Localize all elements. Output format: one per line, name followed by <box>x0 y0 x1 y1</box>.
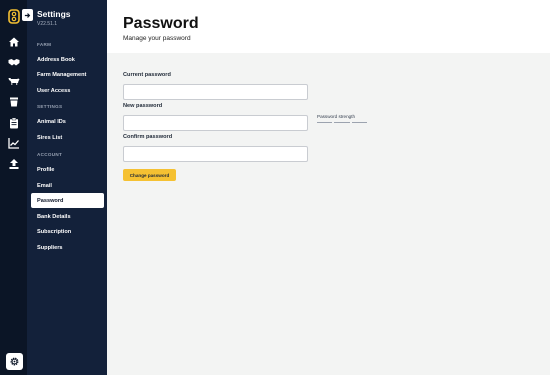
upload-icon[interactable] <box>7 157 21 171</box>
sidebar-item-bank-details[interactable]: Bank Details <box>31 209 104 224</box>
sidebar-item-subscription[interactable]: Subscription <box>31 224 104 239</box>
sidebar-item-animal-ids[interactable]: Animal IDs <box>31 114 104 129</box>
new-password-input[interactable] <box>123 115 308 131</box>
password-strength-label: Password strength <box>317 114 356 119</box>
confirm-password-input[interactable] <box>123 146 308 162</box>
section-label-farm: FARM <box>37 42 52 47</box>
bucket-icon[interactable] <box>7 95 21 109</box>
settings-button[interactable] <box>6 353 23 370</box>
sidebar-item-address-book[interactable]: Address Book <box>31 52 104 67</box>
strength-bar <box>317 122 333 124</box>
handshake-icon[interactable] <box>7 55 21 69</box>
section-label-account: ACCOUNT <box>37 152 63 157</box>
sidebar-item-password[interactable]: Password <box>31 193 104 208</box>
page-header: Password Manage your password <box>107 0 550 53</box>
sidebar-item-profile[interactable]: Profile <box>31 162 104 177</box>
sidebar-item-sires-list[interactable]: Sires List <box>31 130 104 145</box>
chart-icon[interactable] <box>7 136 21 150</box>
app-title: Settings <box>37 9 71 19</box>
gear-icon <box>10 357 19 366</box>
strength-bar <box>351 122 367 124</box>
confirm-password-label: Confirm password <box>123 134 173 140</box>
strength-bar <box>334 122 350 124</box>
section-label-settings: SETTINGS <box>37 104 63 109</box>
sidebar-item-user-access[interactable]: User Access <box>31 83 104 98</box>
clipboard-icon[interactable] <box>7 116 21 130</box>
sidebar-item-suppliers[interactable]: Suppliers <box>31 240 104 255</box>
settings-sidebar: Settings V22.51.1 FARM Address Book Farm… <box>22 0 107 375</box>
sidebar-item-email[interactable]: Email <box>31 178 104 193</box>
page-title: Password <box>123 15 199 32</box>
current-password-label: Current password <box>123 72 171 78</box>
current-password-input[interactable] <box>123 84 308 100</box>
arrow-right-icon <box>24 12 31 18</box>
page-subtitle: Manage your password <box>123 35 191 42</box>
icon-rail <box>0 0 27 375</box>
change-password-button[interactable]: Change password <box>123 169 176 181</box>
home-icon[interactable] <box>7 35 21 49</box>
password-strength-bars <box>317 122 367 124</box>
logo-icon <box>8 9 20 24</box>
password-strength-meter: Password strength <box>317 114 367 124</box>
sidebar-item-farm-management[interactable]: Farm Management <box>31 67 104 82</box>
cow-icon[interactable] <box>7 74 21 88</box>
main-content: Password Manage your password Current pa… <box>107 0 550 375</box>
new-password-label: New password <box>123 103 163 109</box>
collapse-sidebar-button[interactable] <box>22 9 33 21</box>
app-version: V22.51.1 <box>37 21 58 27</box>
